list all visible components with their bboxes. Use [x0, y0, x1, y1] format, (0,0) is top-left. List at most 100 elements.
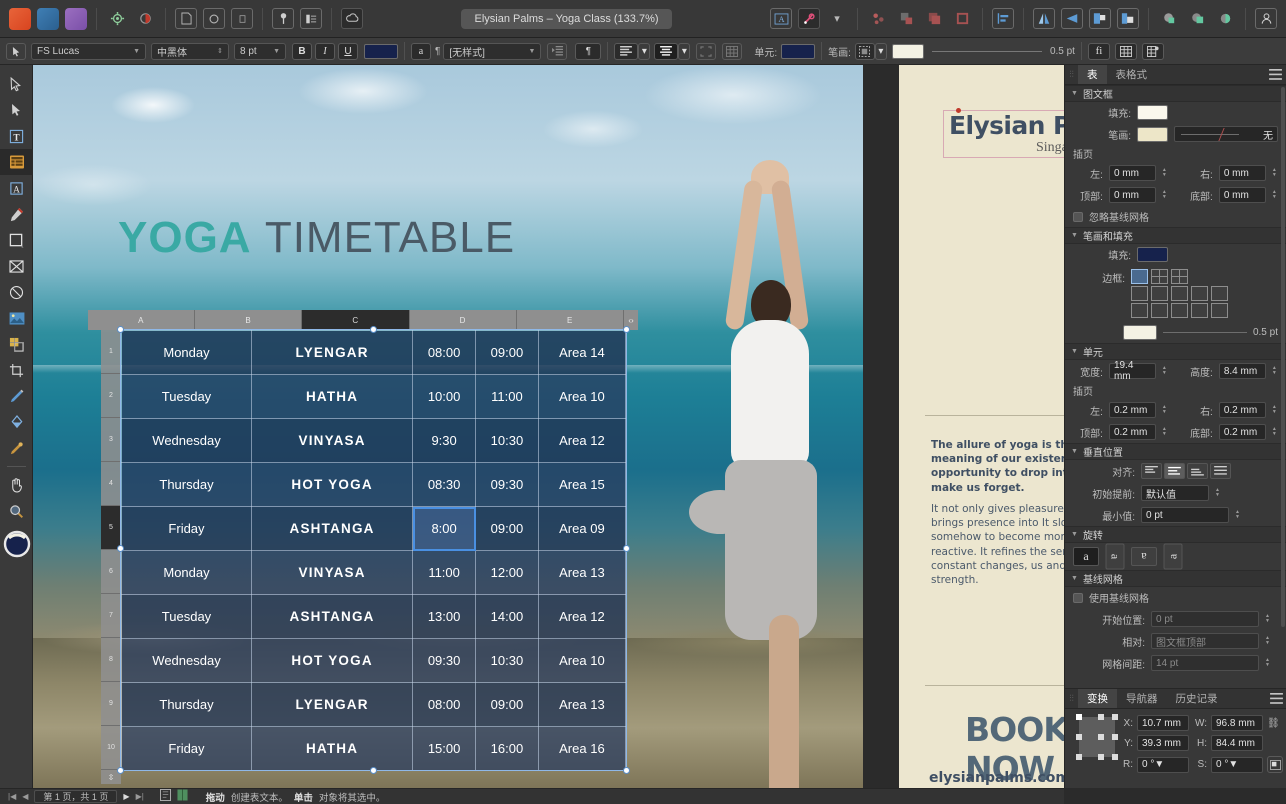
- border-all[interactable]: [1171, 269, 1188, 284]
- stepper-icon[interactable]: ▲ ▼: [1162, 427, 1168, 437]
- border-option-7[interactable]: [1191, 286, 1208, 301]
- table-row[interactable]: Tuesday ASHTANGA 13:00 14:00 Area 12: [121, 594, 627, 639]
- vector-crop-tool[interactable]: [0, 357, 33, 383]
- stepper-icon[interactable]: ▲ ▼: [1272, 427, 1278, 437]
- use-baseline-row[interactable]: 使用基线网格: [1065, 587, 1286, 608]
- ligature-icon[interactable]: fi: [1087, 42, 1110, 60]
- yoga-timetable[interactable]: Monday LYENGAR 08:00 09:00 Area 14 Tuesday HAT…: [121, 330, 627, 771]
- ignore-baseline-checkbox[interactable]: [1073, 211, 1083, 222]
- font-family-field[interactable]: FS Lucas ▼: [31, 42, 146, 60]
- left-inset-field[interactable]: 0 mm: [1108, 165, 1156, 181]
- booking-url[interactable]: elysianpalms.com/bo: [929, 770, 1064, 786]
- border-color-swatch[interactable]: [1123, 325, 1157, 340]
- cell-area[interactable]: Area 10: [537, 638, 627, 683]
- row-header-10[interactable]: 10: [101, 726, 121, 770]
- pin-icon[interactable]: [272, 8, 294, 29]
- use-baseline-checkbox[interactable]: [1073, 592, 1083, 603]
- font-style-field[interactable]: 中黑体 ⇕: [151, 42, 229, 60]
- chevron-down-icon[interactable]: ▼: [1071, 448, 1078, 455]
- stepper-icon[interactable]: ▲ ▼: [1162, 366, 1168, 376]
- table-row[interactable]: Thursday LYENGAR 08:00 09:00 Area 13: [121, 682, 627, 727]
- stepper-icon[interactable]: ▲ ▼: [1162, 190, 1168, 200]
- chevron-down-icon[interactable]: ▼: [1228, 759, 1238, 770]
- text-align-icon[interactable]: [614, 42, 639, 60]
- top-inset-field[interactable]: 0 mm: [1108, 187, 1156, 203]
- stepper-icon[interactable]: ▲ ▼: [1162, 168, 1168, 178]
- y-field[interactable]: 39.3 mm: [1137, 735, 1189, 751]
- stepper-icon[interactable]: ▲ ▼: [1265, 614, 1272, 624]
- cell-color-swatch[interactable]: [781, 43, 816, 59]
- cell-area[interactable]: Area 15: [537, 462, 627, 507]
- stepper-icon[interactable]: ▲ ▼: [1272, 405, 1278, 415]
- cell-day[interactable]: Friday: [121, 506, 252, 551]
- add-row-button[interactable]: ⇳: [101, 770, 121, 784]
- cell-day[interactable]: Thursday: [121, 682, 252, 727]
- cell-start[interactable]: 10:00: [412, 374, 477, 419]
- table-row[interactable]: Tuesday HATHA 10:00 11:00 Area 10: [121, 374, 627, 419]
- hand-tool[interactable]: [0, 472, 33, 498]
- place-image-tool[interactable]: [0, 305, 33, 331]
- table-row[interactable]: Friday ASHTANGA 8:00 09:00 Area 09: [121, 506, 627, 551]
- row-header-4[interactable]: 4: [101, 462, 121, 506]
- body-paragraph-2[interactable]: It not only gives pleasure, it als calm …: [931, 502, 1064, 587]
- row-header-5[interactable]: 5: [101, 506, 121, 550]
- row-header-6[interactable]: 6: [101, 550, 121, 594]
- baseline-relative-field[interactable]: 图文框顶部: [1151, 633, 1259, 649]
- table-format-icon[interactable]: [1141, 42, 1164, 60]
- border-option-4[interactable]: [1131, 286, 1148, 301]
- tab-history[interactable]: 历史记录: [1167, 689, 1227, 708]
- color-swatch[interactable]: [0, 524, 33, 564]
- section-vertical-position[interactable]: ▼ 垂直位置: [1065, 443, 1286, 460]
- document-canvas[interactable]: YOGA TIMETABLE A B C D E ‹› 1 2 3 4 5 6 …: [33, 65, 1064, 788]
- panel-grip-icon[interactable]: ⫶⫶: [1065, 65, 1078, 84]
- rotate-0-button[interactable]: a: [1073, 547, 1099, 566]
- table-row[interactable]: Thursday HOT YOGA 08:30 09:30 Area 15: [121, 462, 627, 507]
- page-icon[interactable]: [175, 8, 197, 29]
- align-top-button[interactable]: [1141, 463, 1162, 479]
- cell-end[interactable]: 11:00: [475, 374, 539, 419]
- border-option-13[interactable]: [1211, 303, 1228, 318]
- chevron-down-icon[interactable]: ▾: [874, 42, 887, 60]
- anchor-point-selector[interactable]: [1076, 714, 1118, 760]
- row-header-3[interactable]: 3: [101, 418, 121, 462]
- cell-area[interactable]: Area 10: [537, 374, 627, 419]
- cell-start[interactable]: 11:00: [412, 550, 477, 595]
- paragraph-style-button[interactable]: ¶: [575, 42, 602, 60]
- pen-tool[interactable]: [0, 201, 33, 227]
- page-title[interactable]: YOGA TIMETABLE: [118, 213, 515, 263]
- chevron-down-icon[interactable]: ▼: [1071, 90, 1078, 97]
- lead-field[interactable]: 默认值: [1141, 485, 1209, 501]
- add-column-button[interactable]: ‹›: [624, 310, 639, 330]
- panel-scrollbar[interactable]: [1281, 87, 1285, 627]
- designer-icon[interactable]: [9, 7, 31, 30]
- baseline-spacing-field[interactable]: 14 pt: [1151, 655, 1259, 671]
- rectangle-tool[interactable]: [0, 227, 33, 253]
- cell-style[interactable]: HATHA: [250, 726, 414, 771]
- cell-style[interactable]: HATHA: [250, 374, 414, 419]
- border-option-9[interactable]: [1131, 303, 1148, 318]
- border-option-5[interactable]: [1151, 286, 1168, 301]
- subtract-shape-icon[interactable]: [1186, 8, 1208, 29]
- border-option-12[interactable]: [1191, 303, 1208, 318]
- duplicate-icon[interactable]: [923, 8, 945, 29]
- tab-table-format[interactable]: 表格式: [1107, 65, 1157, 84]
- align-bottom-button[interactable]: [1187, 463, 1208, 479]
- flip-v-icon[interactable]: [1061, 8, 1084, 29]
- table-tool[interactable]: [0, 149, 33, 175]
- chevron-down-icon[interactable]: ▼: [127, 48, 140, 55]
- table-row[interactable]: Wednesday VINYASA 9:30 10:30 Area 12: [121, 418, 627, 463]
- cell-start[interactable]: 09:30: [412, 638, 477, 683]
- document-title[interactable]: Elysian Palms – Yoga Class (133.7%): [461, 8, 672, 29]
- stroke-width-slider[interactable]: [931, 50, 1042, 52]
- font-size-field[interactable]: 8 pt ▼: [234, 42, 286, 60]
- italic-button[interactable]: I: [315, 42, 335, 60]
- bold-button[interactable]: B: [292, 42, 312, 60]
- chevron-down-icon[interactable]: ▼: [1071, 348, 1078, 355]
- stepper-icon[interactable]: ▲ ▼: [1215, 488, 1222, 498]
- border-option-6[interactable]: [1171, 286, 1188, 301]
- panel-menu-icon[interactable]: [1265, 689, 1286, 708]
- chevron-down-icon[interactable]: ▼: [1071, 531, 1078, 538]
- border-all-outer[interactable]: [1131, 269, 1148, 284]
- move-tool[interactable]: [0, 71, 33, 97]
- last-page-button[interactable]: ▶|: [136, 792, 144, 801]
